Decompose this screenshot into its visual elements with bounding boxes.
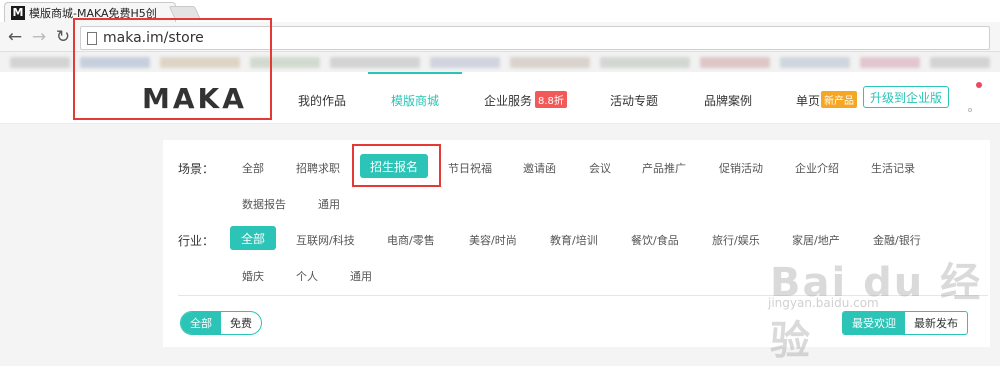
sort-toggle: 最受欢迎 最新发布 [842,311,968,335]
site-header: MAKA 我的作品 模版商城 企业服务 8.8折 活动专题 品牌案例 单页 新产… [0,72,1000,124]
nav-activities[interactable]: 活动专题 [610,92,658,109]
scene-chip[interactable]: 邀请函 [523,160,556,176]
scene-chip-active[interactable]: 招生报名 [360,154,428,178]
bookmark-item[interactable] [160,57,240,68]
bookmark-item[interactable] [510,57,590,68]
bookmark-item[interactable] [860,57,920,68]
forward-arrow-icon[interactable]: → [28,26,50,48]
industry-label: 行业： [178,234,215,248]
industry-chip[interactable]: 个人 [296,268,318,284]
price-toggle: 全部 免费 [180,311,262,335]
nav-my-works[interactable]: 我的作品 [298,92,346,109]
bookmark-item[interactable] [430,57,500,68]
industry-chip[interactable]: 互联网/科技 [296,232,355,248]
industry-chip[interactable]: 餐饮/食品 [631,232,679,248]
industry-chip[interactable]: 家居/地产 [792,232,840,248]
bookmark-item[interactable] [780,57,850,68]
url-text: maka.im/store [103,30,204,46]
scene-chip[interactable]: 促销活动 [719,160,763,176]
maka-logo[interactable]: MAKA [142,82,247,115]
bookmark-item[interactable] [250,57,320,68]
nav-single-page[interactable]: 单页 [796,92,820,109]
industry-chip[interactable]: 通用 [350,268,372,284]
bookmark-item[interactable] [700,57,770,68]
nav-template-store[interactable]: 模版商城 [391,92,439,109]
scene-chip[interactable]: 生活记录 [871,160,915,176]
dot-icon [968,108,972,112]
bookmark-item[interactable] [600,57,690,68]
bookmark-item[interactable] [10,57,70,68]
maka-favicon-icon: M [11,5,25,20]
bookmark-item[interactable] [80,57,150,68]
industry-chip[interactable]: 教育/培训 [550,232,598,248]
browser-toolbar: ← → ↻ maka.im/store [0,22,1000,52]
nav-brand-cases[interactable]: 品牌案例 [704,92,752,109]
scene-chip[interactable]: 全部 [242,160,264,176]
scene-label: 场景： [178,162,215,176]
notification-dot-icon [976,82,982,88]
browser-tab-strip: M 模版商城-MAKA免费H5创 [0,0,1000,22]
scene-chip[interactable]: 节日祝福 [448,160,492,176]
browser-tab[interactable]: M 模版商城-MAKA免费H5创 [4,2,176,22]
nav-enterprise-service[interactable]: 企业服务 [484,92,532,109]
tab-title: 模版商城-MAKA免费H5创 [29,6,157,20]
sort-popular-option[interactable]: 最受欢迎 [843,312,905,334]
bookmarks-bar [0,52,1000,72]
nav-active-indicator [368,72,462,74]
scene-chip[interactable]: 产品推广 [642,160,686,176]
industry-chip[interactable]: 电商/零售 [387,232,435,248]
new-tab-button[interactable] [168,6,202,20]
price-all-option[interactable]: 全部 [181,312,221,334]
address-bar[interactable]: maka.im/store [80,26,990,50]
industry-chip[interactable]: 旅行/娱乐 [712,232,760,248]
new-product-badge: 新产品 [821,91,857,108]
scene-chip[interactable]: 企业介绍 [795,160,839,176]
discount-badge: 8.8折 [535,91,567,108]
sort-newest-option[interactable]: 最新发布 [905,312,967,334]
upgrade-enterprise-button[interactable]: 升级到企业版 [863,86,949,108]
scene-chip[interactable]: 会议 [589,160,611,176]
industry-chip-active[interactable]: 全部 [230,226,276,250]
scene-chip[interactable]: 通用 [318,196,340,212]
bookmark-item[interactable] [930,57,990,68]
scene-chip[interactable]: 数据报告 [242,196,286,212]
bookmark-item[interactable] [330,57,420,68]
industry-chip[interactable]: 金融/银行 [873,232,921,248]
price-free-option[interactable]: 免费 [221,312,261,334]
back-arrow-icon[interactable]: ← [4,26,26,48]
scene-chip[interactable]: 招聘求职 [296,160,340,176]
industry-chip[interactable]: 美容/时尚 [469,232,517,248]
page-icon [87,31,97,45]
baidu-watermark-url: jingyan.baidu.com [768,296,879,310]
industry-chip[interactable]: 婚庆 [242,268,264,284]
reload-icon[interactable]: ↻ [52,26,74,48]
